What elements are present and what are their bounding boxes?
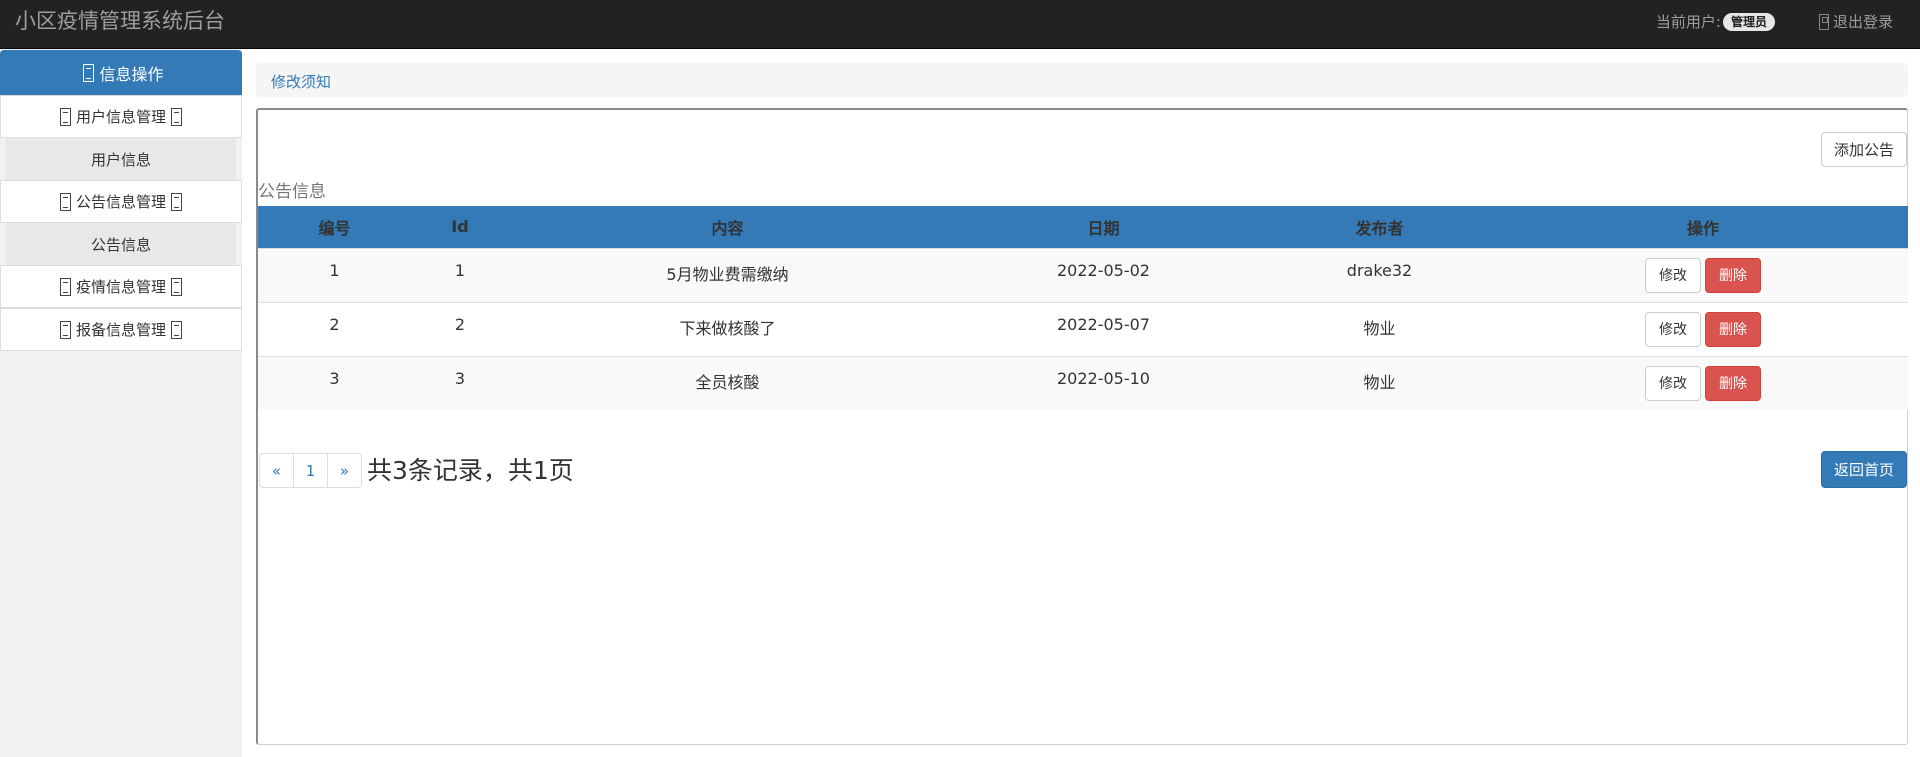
pagination-next[interactable]: » (327, 453, 362, 488)
cell-publisher: 物业 (1363, 318, 1396, 338)
current-user: 当前用户: 管理员 (1656, 11, 1775, 32)
sidebar-header-label: 信息操作 (99, 64, 164, 84)
notice-icon (59, 192, 71, 211)
sidebar-subitem-label: 用户信息 (90, 150, 151, 169)
edit-button[interactable]: 修改 (1645, 365, 1701, 401)
delete-button[interactable]: 删除 (1705, 365, 1761, 401)
column-header: Id (451, 217, 469, 237)
epidemic-icon (59, 277, 71, 296)
user-icon (59, 107, 71, 126)
cell-no: 1 (329, 260, 340, 280)
add-notice-button[interactable]: 添加公告 (1821, 132, 1907, 167)
logout-icon (1818, 13, 1829, 30)
sidebar-item-label: 疫情信息管理 (75, 278, 166, 296)
sidebar-item-label: 公告信息管理 (75, 193, 166, 211)
cell-content: 5月物业费需缴纳 (666, 264, 789, 284)
cell-id: 2 (454, 314, 466, 334)
chevron-icon (171, 107, 182, 126)
sidebar-item-label: 用户信息管理 (75, 108, 166, 126)
cell-date: 2022-05-10 (1057, 368, 1150, 388)
logout-label: 退出登录 (1832, 13, 1893, 31)
cell-no: 2 (329, 314, 340, 334)
breadcrumb: 修改须知 (256, 63, 1908, 97)
navbar-right: 当前用户: 管理员 退出登录 (1656, 11, 1893, 32)
table-row: 1 1 5月物业费需缴纳 2022-05-02 drake32 修改 删除 (258, 248, 1908, 302)
cell-id: 3 (454, 368, 466, 388)
report-icon (59, 320, 71, 339)
top-navbar: 小区疫情管理系统后台 当前用户: 管理员 退出登录 (0, 0, 1920, 49)
records-summary: 共3条记录，共1页 (367, 456, 574, 485)
notice-panel: 添加公告 公告信息 编号 Id 内容 日期 发布者 操作 1 1 5月物业费需缴… (256, 108, 1908, 745)
table-row: 3 3 全员核酸 2022-05-10 物业 修改 删除 (258, 356, 1908, 410)
notice-table: 编号 Id 内容 日期 发布者 操作 1 1 5月物业费需缴纳 2022-05-… (258, 206, 1908, 410)
chevron-icon (171, 192, 182, 211)
delete-button[interactable]: 删除 (1705, 257, 1761, 293)
pagination: « 1 » (259, 453, 362, 488)
breadcrumb-link[interactable]: 修改须知 (271, 71, 331, 92)
cell-content: 下来做核酸了 (679, 318, 776, 338)
chevron-icon (171, 320, 182, 339)
cell-actions: 修改 删除 (1498, 248, 1908, 302)
column-header: 日期 (1087, 218, 1120, 238)
logout-link[interactable]: 退出登录 (1818, 11, 1893, 32)
sidebar-item-user-management[interactable]: 用户信息管理 (0, 95, 242, 138)
edit-button[interactable]: 修改 (1645, 257, 1701, 293)
sidebar-item-label: 报备信息管理 (75, 321, 166, 339)
current-user-label: 当前用户: (1655, 13, 1721, 31)
info-icon (83, 63, 95, 82)
sidebar-subitem-notice-info[interactable]: 公告信息 (6, 223, 236, 265)
sidebar-item-report-management[interactable]: 报备信息管理 (0, 308, 242, 351)
column-header: 发布者 (1355, 218, 1404, 238)
pagination-prev[interactable]: « (259, 453, 294, 488)
back-home-button[interactable]: 返回首页 (1821, 451, 1907, 488)
column-header: 操作 (1686, 218, 1719, 238)
cell-no: 3 (329, 368, 340, 388)
user-role-badge: 管理员 (1722, 12, 1775, 31)
sidebar-item-epidemic-management[interactable]: 疫情信息管理 (0, 265, 242, 308)
cell-actions: 修改 删除 (1498, 302, 1908, 356)
cell-actions: 修改 删除 (1498, 356, 1908, 410)
cell-publisher: drake32 (1346, 260, 1413, 280)
cell-date: 2022-05-02 (1057, 260, 1150, 280)
table-row: 2 2 下来做核酸了 2022-05-07 物业 修改 删除 (258, 302, 1908, 356)
sidebar-subitem-label: 公告信息 (90, 235, 151, 254)
table-header-row: 编号 Id 内容 日期 发布者 操作 (258, 206, 1908, 248)
sidebar-header[interactable]: 信息操作 (0, 50, 242, 95)
sidebar-item-notice-management[interactable]: 公告信息管理 (0, 180, 242, 223)
sidebar-subitem-user-info[interactable]: 用户信息 (6, 138, 236, 180)
app-title[interactable]: 小区疫情管理系统后台 (15, 9, 225, 33)
column-header: 编号 (318, 218, 351, 238)
chevron-icon (171, 277, 182, 296)
column-header: 内容 (711, 218, 744, 238)
sidebar: 信息操作 用户信息管理 用户信息 公告信息管理 公告信息 疫情信息管理 报备信息… (0, 49, 242, 757)
cell-content: 全员核酸 (695, 372, 760, 392)
pagination-page-1[interactable]: 1 (293, 453, 328, 488)
cell-publisher: 物业 (1363, 372, 1396, 392)
edit-button[interactable]: 修改 (1645, 311, 1701, 347)
table-caption: 公告信息 (258, 182, 326, 202)
delete-button[interactable]: 删除 (1705, 311, 1761, 347)
cell-id: 1 (454, 260, 466, 280)
cell-date: 2022-05-07 (1057, 314, 1150, 334)
